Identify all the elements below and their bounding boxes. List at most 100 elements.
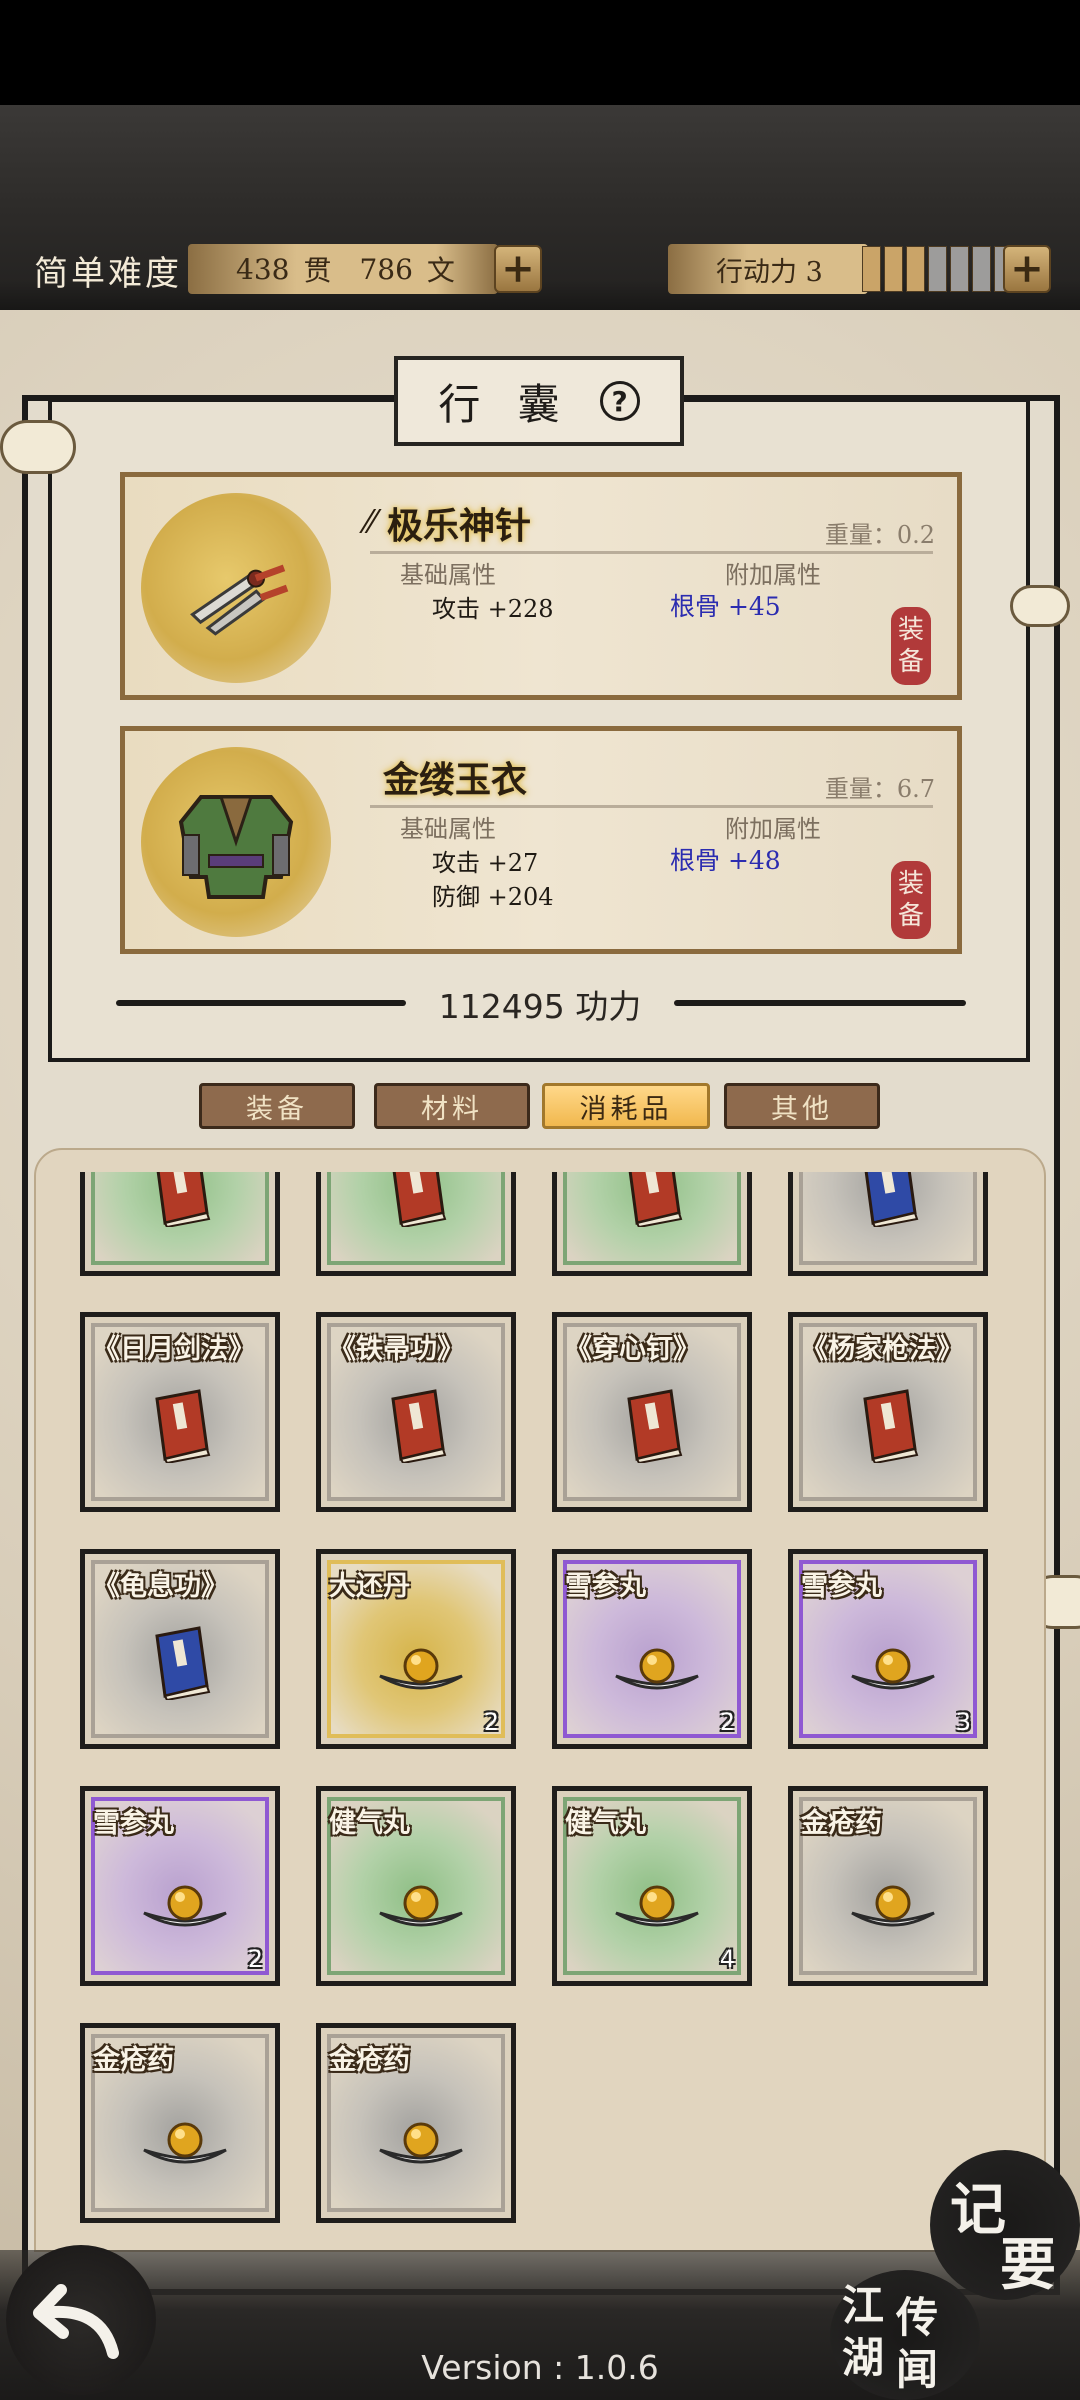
ink-header-background: [0, 105, 1080, 340]
pill-icon: [376, 1873, 466, 1937]
inventory-slot[interactable]: 大还丹 2: [316, 1549, 516, 1749]
action-points-display: 行动力 3: [668, 244, 868, 294]
item-name: 金疮药: [93, 2045, 174, 2076]
inventory-slot[interactable]: 《日月剑法》: [80, 1312, 280, 1512]
base-stat: 攻击 +228: [432, 595, 554, 623]
item-name: 雪参丸: [565, 1571, 646, 1602]
base-stat: 攻击 +27: [432, 849, 539, 877]
item-name: 《穿心钉》: [565, 1334, 700, 1365]
item-name: 金疮药: [329, 2045, 410, 2076]
extra-stats-label: 附加属性: [725, 561, 821, 589]
inventory-slot[interactable]: 健气丸: [316, 1786, 516, 1986]
notes-char: 要: [1000, 2232, 1056, 2298]
action-point-pip: [928, 246, 947, 292]
action-points-label: 行动力 3: [716, 256, 823, 288]
item-count: 2: [719, 1708, 735, 1736]
item-name: 《杨家枪法》: [801, 1334, 963, 1365]
book-red-icon: [151, 1172, 213, 1229]
inventory-slot[interactable]: 雪参丸 2: [552, 1549, 752, 1749]
book-red-icon: [387, 1389, 449, 1465]
equipped-item-card[interactable]: 金缕玉衣 重量：6.7 基础属性 附加属性 攻击 +27 防御 +204 根骨 …: [120, 726, 962, 954]
cloud-ornament-icon: [0, 420, 76, 474]
equipped-indicator-icon: ⁄⁄: [365, 503, 376, 541]
plus-icon: +: [1010, 245, 1044, 292]
tab-consumables[interactable]: 消耗品: [542, 1083, 710, 1129]
item-name: 雪参丸: [93, 1808, 174, 1839]
inventory-slot[interactable]: [80, 1172, 280, 1276]
pill-icon: [848, 1636, 938, 1700]
inventory-slot[interactable]: 雪参丸 3: [788, 1549, 988, 1749]
status-bar-area: [0, 0, 1080, 105]
cloud-ornament-icon: [1010, 585, 1070, 627]
inventory-slot[interactable]: [552, 1172, 752, 1276]
book-red-icon: [623, 1389, 685, 1465]
unequip-seal-button[interactable]: 装 备: [891, 861, 931, 939]
inventory-slot[interactable]: 金疮药: [316, 2023, 516, 2223]
inventory-slot[interactable]: 健气丸 4: [552, 1786, 752, 1986]
item-count: 4: [719, 1945, 735, 1973]
seal-char: 备: [897, 901, 924, 931]
base-stats-label: 基础属性: [400, 815, 496, 843]
pill-icon: [848, 1873, 938, 1937]
divider: [370, 551, 933, 554]
inventory-slot[interactable]: 雪参丸 2: [80, 1786, 280, 1986]
version-label: Version : 1.0.6: [421, 2348, 659, 2387]
equipped-item-weight: 重量：0.2: [824, 521, 935, 549]
inventory-slot[interactable]: 金疮药: [788, 1786, 988, 1986]
tab-other[interactable]: 其他: [724, 1083, 880, 1129]
item-name: 《龟息功》: [93, 1571, 228, 1602]
equipped-item-card[interactable]: ⁄⁄ 极乐神针 重量：0.2 基础属性 附加属性 攻击 +228 根骨 +45 …: [120, 472, 962, 700]
extra-stat: 根骨 +48: [670, 846, 781, 875]
item-icon-background: [141, 493, 331, 683]
extra-stats-label: 附加属性: [725, 815, 821, 843]
action-point-pip: [972, 246, 991, 292]
seal-char: 装: [897, 615, 924, 645]
item-grid[interactable]: 《日月剑法》 《铁帚功》 《穿心钉》 《杨家枪法》 《龟息功》 大还丹 2 雪参丸 2 雪参丸 3 雪…: [34, 1172, 1046, 2252]
inventory-slot[interactable]: [788, 1172, 988, 1276]
money-wen-value: 786: [359, 252, 413, 286]
needle-weapon-icon: [190, 564, 289, 636]
action-point-pip: [950, 246, 969, 292]
action-point-pip: [884, 246, 903, 292]
add-action-points-button[interactable]: +: [1003, 245, 1051, 293]
action-point-pip: [906, 246, 925, 292]
seal-char: 备: [897, 647, 924, 677]
item-count: 3: [955, 1708, 971, 1736]
book-red-icon: [623, 1172, 685, 1229]
inventory-slot[interactable]: 《龟息功》: [80, 1549, 280, 1749]
book-red-icon: [859, 1389, 921, 1465]
add-money-button[interactable]: +: [494, 245, 542, 293]
pill-icon: [376, 1636, 466, 1700]
equipped-item-name: 金缕玉衣: [383, 759, 528, 801]
inventory-slot[interactable]: 《铁帚功》: [316, 1312, 516, 1512]
total-power: 112495 功力: [438, 987, 642, 1026]
book-red-icon: [387, 1172, 449, 1229]
inventory-slot[interactable]: [316, 1172, 516, 1276]
tab-materials[interactable]: 材料: [374, 1083, 530, 1129]
divider: [370, 805, 933, 808]
inventory-slot[interactable]: 《杨家枪法》: [788, 1312, 988, 1512]
book-red-icon: [151, 1389, 213, 1465]
unequip-seal-button[interactable]: 装 备: [891, 607, 931, 685]
item-count: 2: [483, 1708, 499, 1736]
item-icon-background: [141, 747, 331, 937]
equipped-item-name: 极乐神针: [387, 505, 532, 547]
book-blue-icon: [859, 1172, 921, 1229]
extra-stat: 根骨 +45: [670, 592, 781, 621]
item-name: 《日月剑法》: [93, 1334, 255, 1365]
difficulty-label: 简单难度: [34, 254, 182, 294]
pill-icon: [376, 2110, 466, 2174]
inventory-slot[interactable]: 金疮药: [80, 2023, 280, 2223]
item-name: 健气丸: [565, 1808, 646, 1839]
tab-equipment[interactable]: 装备: [199, 1083, 355, 1129]
help-icon[interactable]: ?: [599, 381, 640, 421]
pill-icon: [140, 1873, 230, 1937]
inventory-slot[interactable]: 《穿心钉》: [552, 1312, 752, 1512]
base-stat: 防御 +204: [432, 883, 554, 911]
money-guan-unit: 贯: [303, 254, 332, 287]
money-wen-unit: 文: [426, 254, 455, 287]
pill-icon: [612, 1636, 702, 1700]
item-name: 金疮药: [801, 1808, 882, 1839]
money-guan-value: 438: [236, 252, 290, 286]
money-display: 438 贯 786 文: [188, 244, 498, 294]
